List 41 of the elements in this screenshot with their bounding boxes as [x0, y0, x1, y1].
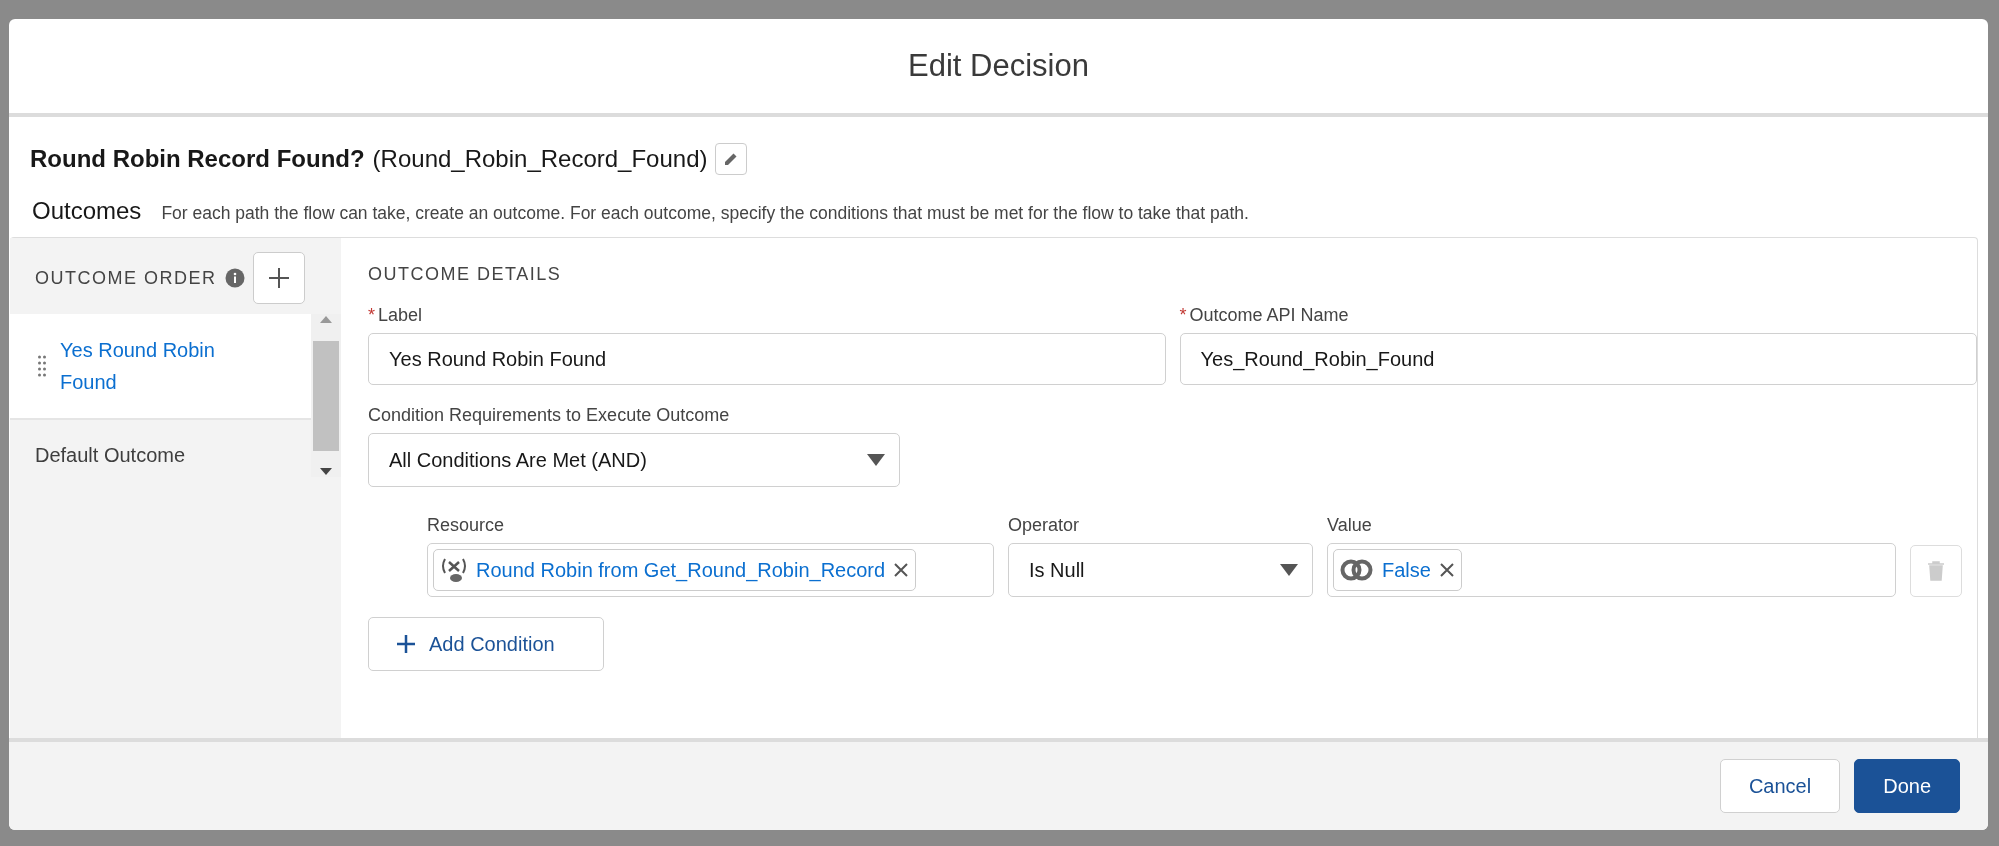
caret-icon: [867, 454, 885, 466]
value-field[interactable]: False: [1327, 543, 1896, 597]
cancel-button[interactable]: Cancel: [1719, 759, 1841, 813]
element-api-name: (Round_Robin_Record_Found): [372, 145, 708, 173]
value-pill[interactable]: False: [1333, 549, 1462, 591]
close-icon[interactable]: [1438, 562, 1455, 578]
trash-icon: [1927, 561, 1945, 581]
outcome-item[interactable]: Yes Round Robin Found: [10, 314, 311, 420]
plus-icon: [267, 267, 290, 289]
caret-icon: [1280, 564, 1298, 576]
field-label: Condition Requirements to Execute Outcome: [368, 405, 731, 426]
text-input-field[interactable]: Yes_Round_Robin_Found: [1179, 333, 1977, 385]
resource-pill[interactable]: Round Robin from Get_Round_Robin_Record: [433, 549, 917, 591]
add-outcome-button[interactable]: [252, 252, 305, 304]
sidebar-heading: OUTCOME ORDER: [35, 267, 217, 289]
section-heading: Outcomes: [32, 197, 142, 225]
outcome-item[interactable]: Default Outcome: [10, 420, 311, 490]
section-description: For each path the flow can take, create an outcome. For each outcome, specify the conditions that must be met for the flow to take that path.: [161, 203, 1249, 224]
operator-select[interactable]: Is Null: [1008, 543, 1313, 597]
field-label: * Outcome API Name: [1179, 305, 1350, 326]
details-heading: OUTCOME DETAILS: [368, 264, 563, 285]
field-label: Value: [1327, 515, 1373, 536]
field-label: Operator: [1008, 515, 1081, 536]
scroll-down-icon[interactable]: [319, 467, 333, 477]
edit-button[interactable]: [715, 143, 748, 175]
drag-handle-icon[interactable]: [38, 355, 46, 377]
add-condition-button[interactable]: Add Condition: [368, 617, 604, 671]
field-label: Resource: [427, 515, 506, 536]
close-icon[interactable]: [893, 562, 910, 578]
linked-circles-icon: [1340, 558, 1374, 582]
dialog-title: Edit Decision: [908, 48, 1089, 84]
resource-field[interactable]: Round Robin from Get_Round_Robin_Record: [427, 543, 994, 597]
pencil-icon: [723, 151, 740, 167]
done-button[interactable]: Done: [1854, 759, 1960, 813]
element-label: Round Robin Record Found?: [30, 145, 365, 173]
variable-icon: [440, 556, 468, 584]
condition-select[interactable]: All Conditions Are Met (AND): [368, 433, 900, 487]
field-label: * Label: [368, 305, 424, 326]
plus-icon: [397, 635, 415, 653]
info-icon[interactable]: [224, 268, 245, 288]
text-input-field[interactable]: Yes Round Robin Found: [368, 333, 1166, 385]
